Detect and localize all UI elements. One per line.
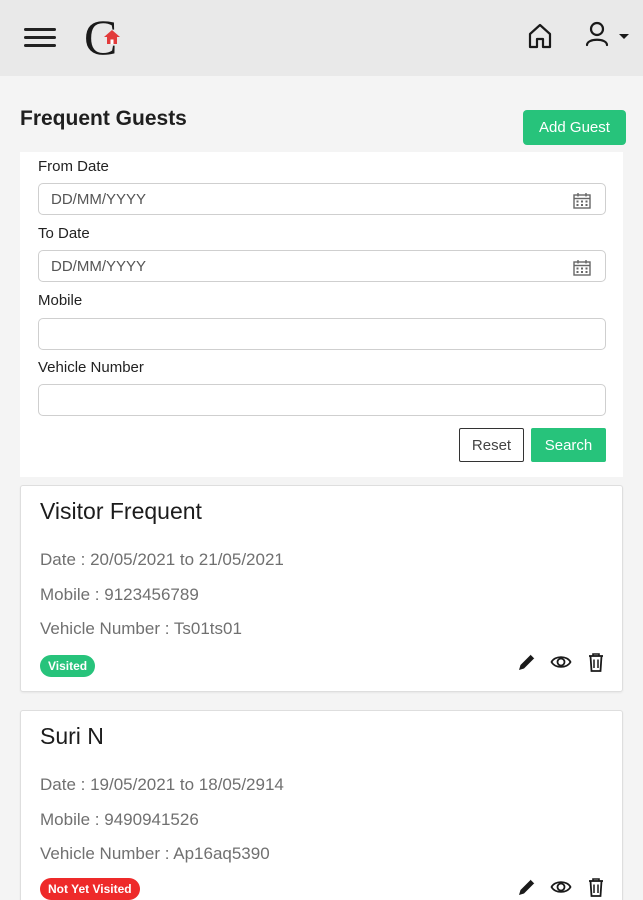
- reset-button[interactable]: Reset: [459, 428, 524, 462]
- to-date-label: To Date: [38, 225, 90, 242]
- delete-trash-icon[interactable]: [585, 651, 607, 673]
- top-navbar: C: [0, 0, 643, 76]
- page-title: Frequent Guests: [20, 107, 187, 130]
- from-date-label: From Date: [38, 158, 109, 175]
- from-date-field[interactable]: [38, 183, 606, 215]
- guest-card: Suri N Date : 19/05/2021 to 18/05/2914 M…: [20, 710, 623, 900]
- calendar-icon[interactable]: [573, 192, 591, 209]
- app-logo[interactable]: C: [82, 10, 130, 62]
- caret-down-icon: [619, 34, 629, 39]
- guest-name: Visitor Frequent: [40, 498, 202, 524]
- mobile-input[interactable]: [39, 319, 605, 349]
- add-guest-button[interactable]: Add Guest: [523, 110, 626, 145]
- guest-mobile: Mobile : 9123456789: [40, 585, 199, 604]
- home-icon[interactable]: [526, 22, 554, 50]
- mobile-label: Mobile: [38, 292, 83, 309]
- status-badge: Visited: [40, 655, 96, 677]
- vehicle-number-input[interactable]: [39, 385, 605, 415]
- mobile-field[interactable]: [38, 318, 606, 350]
- view-eye-icon[interactable]: [550, 651, 572, 673]
- guest-mobile: Mobile : 9490941526: [40, 810, 199, 829]
- guest-vehicle: Vehicle Number : Ts01ts01: [40, 619, 242, 638]
- guest-vehicle: Vehicle Number : Ap16aq5390: [40, 844, 270, 863]
- calendar-icon[interactable]: [573, 259, 591, 276]
- vehicle-number-field[interactable]: [38, 384, 606, 416]
- user-icon: [585, 21, 609, 47]
- guest-name: Suri N: [40, 723, 104, 749]
- guest-date: Date : 20/05/2021 to 21/05/2021: [40, 550, 284, 569]
- edit-pencil-icon[interactable]: [516, 651, 538, 673]
- vehicle-number-label: Vehicle Number: [38, 359, 144, 376]
- search-button[interactable]: Search: [531, 428, 606, 462]
- delete-trash-icon[interactable]: [585, 876, 607, 898]
- user-menu[interactable]: [584, 20, 634, 52]
- guest-date: Date : 19/05/2021 to 18/05/2914: [40, 775, 284, 794]
- filter-panel: From Date To Date Mobile Vehicle Number …: [20, 152, 623, 477]
- hamburger-menu-icon[interactable]: [24, 26, 56, 50]
- status-badge: Not Yet Visited: [40, 878, 140, 900]
- to-date-input[interactable]: [39, 251, 605, 281]
- edit-pencil-icon[interactable]: [516, 876, 538, 898]
- view-eye-icon[interactable]: [550, 876, 572, 898]
- guest-card: Visitor Frequent Date : 20/05/2021 to 21…: [20, 485, 623, 692]
- from-date-input[interactable]: [39, 184, 605, 214]
- to-date-field[interactable]: [38, 250, 606, 282]
